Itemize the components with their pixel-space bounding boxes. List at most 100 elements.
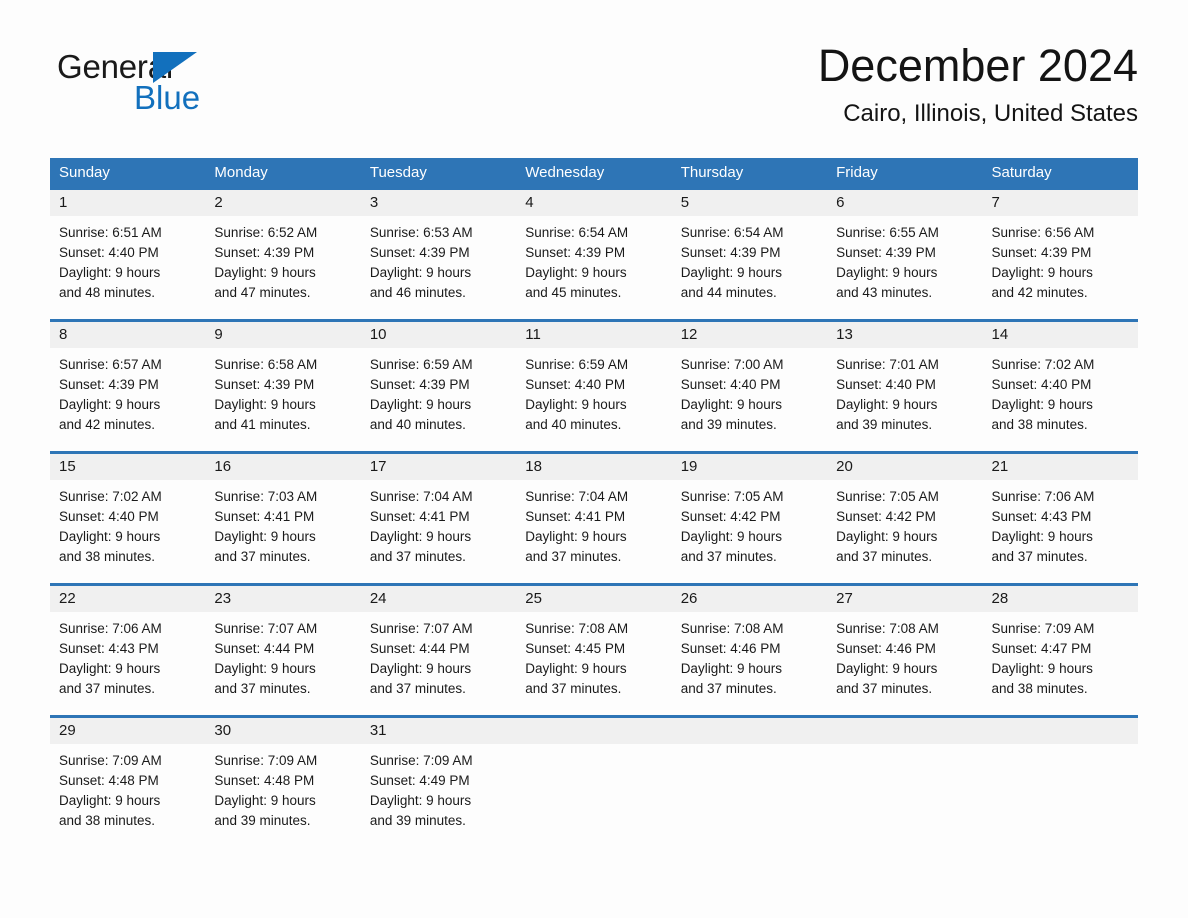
day-cell[interactable]: 12 Sunrise: 7:00 AM Sunset: 4:40 PM Dayl… xyxy=(671,322,828,451)
day-cell[interactable]: 26 Sunrise: 7:08 AM Sunset: 4:46 PM Dayl… xyxy=(671,586,828,715)
day-number xyxy=(982,718,1138,744)
day-cell[interactable]: 22 Sunrise: 7:06 AM Sunset: 4:43 PM Dayl… xyxy=(50,586,206,715)
sunset-text: Sunset: 4:39 PM xyxy=(59,377,159,392)
day-info: Sunrise: 6:51 AM Sunset: 4:40 PM Dayligh… xyxy=(50,216,205,303)
day-number: 20 xyxy=(827,454,983,480)
day-cell[interactable]: 10 Sunrise: 6:59 AM Sunset: 4:39 PM Dayl… xyxy=(360,322,517,451)
daylight-text-line2: and 37 minutes. xyxy=(680,549,777,564)
day-number: 28 xyxy=(982,586,1138,612)
calendar-grid: Sunday Monday Tuesday Wednesday Thursday… xyxy=(50,158,1138,847)
sunset-text: Sunset: 4:42 PM xyxy=(680,509,781,524)
sunrise-text: Sunrise: 6:52 AM xyxy=(214,225,318,240)
weekday-header-wednesday: Wednesday xyxy=(525,164,605,181)
day-cell[interactable]: 2 Sunrise: 6:52 AM Sunset: 4:39 PM Dayli… xyxy=(205,190,361,319)
day-cell[interactable]: 15 Sunrise: 7:02 AM Sunset: 4:40 PM Dayl… xyxy=(50,454,206,583)
sunrise-text: Sunrise: 7:08 AM xyxy=(525,621,629,636)
sunrise-text: Sunrise: 7:07 AM xyxy=(214,621,318,636)
day-cell[interactable]: 8 Sunrise: 6:57 AM Sunset: 4:39 PM Dayli… xyxy=(50,322,206,451)
daylight-text-line2: and 43 minutes. xyxy=(836,285,933,300)
weekday-header-friday: Friday xyxy=(836,164,878,181)
day-info: Sunrise: 6:55 AM Sunset: 4:39 PM Dayligh… xyxy=(827,216,982,303)
day-info: Sunrise: 7:00 AM Sunset: 4:40 PM Dayligh… xyxy=(672,348,827,435)
day-cell[interactable]: 17 Sunrise: 7:04 AM Sunset: 4:41 PM Dayl… xyxy=(360,454,517,583)
day-cell[interactable]: 29 Sunrise: 7:09 AM Sunset: 4:48 PM Dayl… xyxy=(50,718,206,847)
week-row: 1 Sunrise: 6:51 AM Sunset: 4:40 PM Dayli… xyxy=(50,187,1138,319)
day-cell[interactable]: 31 Sunrise: 7:09 AM Sunset: 4:49 PM Dayl… xyxy=(360,718,517,847)
daylight-text-line2: and 46 minutes. xyxy=(369,285,466,300)
day-number: 30 xyxy=(205,718,361,744)
day-number: 4 xyxy=(516,190,672,216)
day-cell[interactable]: 30 Sunrise: 7:09 AM Sunset: 4:48 PM Dayl… xyxy=(205,718,361,847)
daylight-text-line1: Daylight: 9 hours xyxy=(214,397,316,412)
daylight-text-line1: Daylight: 9 hours xyxy=(214,793,316,808)
daylight-text-line1: Daylight: 9 hours xyxy=(680,397,782,412)
day-info: Sunrise: 6:52 AM Sunset: 4:39 PM Dayligh… xyxy=(205,216,360,303)
daylight-text-line1: Daylight: 9 hours xyxy=(991,661,1093,676)
day-cell[interactable]: 7 Sunrise: 6:56 AM Sunset: 4:39 PM Dayli… xyxy=(982,190,1138,319)
daylight-text-line1: Daylight: 9 hours xyxy=(680,661,782,676)
day-info: Sunrise: 7:07 AM Sunset: 4:44 PM Dayligh… xyxy=(361,612,516,699)
sunset-text: Sunset: 4:39 PM xyxy=(214,245,315,260)
sunrise-text: Sunrise: 6:54 AM xyxy=(525,225,629,240)
day-cell[interactable]: 25 Sunrise: 7:08 AM Sunset: 4:45 PM Dayl… xyxy=(516,586,672,715)
weekday-header-thursday: Thursday xyxy=(680,164,744,181)
daylight-text-line1: Daylight: 9 hours xyxy=(991,397,1093,412)
day-info: Sunrise: 6:54 AM Sunset: 4:39 PM Dayligh… xyxy=(516,216,671,303)
day-cell[interactable]: 27 Sunrise: 7:08 AM Sunset: 4:46 PM Dayl… xyxy=(827,586,983,715)
day-number: 26 xyxy=(671,586,828,612)
day-cell[interactable]: 9 Sunrise: 6:58 AM Sunset: 4:39 PM Dayli… xyxy=(205,322,361,451)
daylight-text-line1: Daylight: 9 hours xyxy=(214,265,316,280)
day-cell[interactable]: 13 Sunrise: 7:01 AM Sunset: 4:40 PM Dayl… xyxy=(827,322,983,451)
daylight-text-line1: Daylight: 9 hours xyxy=(836,661,938,676)
day-info: Sunrise: 6:57 AM Sunset: 4:39 PM Dayligh… xyxy=(50,348,205,435)
day-cell[interactable]: 18 Sunrise: 7:04 AM Sunset: 4:41 PM Dayl… xyxy=(516,454,672,583)
day-number: 16 xyxy=(205,454,361,480)
day-cell[interactable]: 1 Sunrise: 6:51 AM Sunset: 4:40 PM Dayli… xyxy=(50,190,206,319)
day-number: 21 xyxy=(982,454,1138,480)
day-cell[interactable]: 20 Sunrise: 7:05 AM Sunset: 4:42 PM Dayl… xyxy=(827,454,983,583)
sunrise-text: Sunrise: 7:09 AM xyxy=(369,753,473,768)
day-cell[interactable]: 4 Sunrise: 6:54 AM Sunset: 4:39 PM Dayli… xyxy=(516,190,672,319)
day-info: Sunrise: 7:09 AM Sunset: 4:48 PM Dayligh… xyxy=(205,744,360,831)
day-cell[interactable]: 16 Sunrise: 7:03 AM Sunset: 4:41 PM Dayl… xyxy=(205,454,361,583)
daylight-text-line2: and 42 minutes. xyxy=(991,285,1088,300)
daylight-text-line2: and 37 minutes. xyxy=(369,681,466,696)
day-cell[interactable]: 19 Sunrise: 7:05 AM Sunset: 4:42 PM Dayl… xyxy=(671,454,828,583)
daylight-text-line2: and 42 minutes. xyxy=(59,417,156,432)
daylight-text-line2: and 37 minutes. xyxy=(525,681,622,696)
day-number: 2 xyxy=(205,190,361,216)
daylight-text-line1: Daylight: 9 hours xyxy=(525,529,627,544)
day-cell[interactable]: 3 Sunrise: 6:53 AM Sunset: 4:39 PM Dayli… xyxy=(360,190,517,319)
sunrise-text: Sunrise: 6:51 AM xyxy=(59,225,162,240)
sunrise-text: Sunrise: 7:04 AM xyxy=(369,489,473,504)
day-cell[interactable]: 24 Sunrise: 7:07 AM Sunset: 4:44 PM Dayl… xyxy=(360,586,517,715)
sunset-text: Sunset: 4:40 PM xyxy=(525,377,626,392)
day-cell[interactable]: 21 Sunrise: 7:06 AM Sunset: 4:43 PM Dayl… xyxy=(982,454,1138,583)
day-info: Sunrise: 7:05 AM Sunset: 4:42 PM Dayligh… xyxy=(827,480,982,567)
daylight-text-line2: and 37 minutes. xyxy=(836,549,933,564)
daylight-text-line2: and 38 minutes. xyxy=(59,549,156,564)
day-cell[interactable]: 6 Sunrise: 6:55 AM Sunset: 4:39 PM Dayli… xyxy=(827,190,983,319)
daylight-text-line1: Daylight: 9 hours xyxy=(836,397,938,412)
daylight-text-line1: Daylight: 9 hours xyxy=(369,793,472,808)
day-cell[interactable]: 23 Sunrise: 7:07 AM Sunset: 4:44 PM Dayl… xyxy=(205,586,361,715)
day-cell[interactable]: 5 Sunrise: 6:54 AM Sunset: 4:39 PM Dayli… xyxy=(671,190,828,319)
daylight-text-line2: and 40 minutes. xyxy=(369,417,466,432)
daylight-text-line1: Daylight: 9 hours xyxy=(59,397,161,412)
sunset-text: Sunset: 4:43 PM xyxy=(59,641,159,656)
day-cell[interactable]: 11 Sunrise: 6:59 AM Sunset: 4:40 PM Dayl… xyxy=(516,322,672,451)
day-cell[interactable]: 28 Sunrise: 7:09 AM Sunset: 4:47 PM Dayl… xyxy=(982,586,1138,715)
day-info: Sunrise: 6:59 AM Sunset: 4:40 PM Dayligh… xyxy=(516,348,671,435)
sunrise-text: Sunrise: 7:01 AM xyxy=(836,357,939,372)
general-blue-logo[interactable]: General Blue xyxy=(57,50,297,120)
daylight-text-line2: and 41 minutes. xyxy=(214,417,311,432)
day-info: Sunrise: 6:58 AM Sunset: 4:39 PM Dayligh… xyxy=(205,348,360,435)
sunrise-text: Sunrise: 7:02 AM xyxy=(991,357,1095,372)
day-info: Sunrise: 7:09 AM Sunset: 4:48 PM Dayligh… xyxy=(50,744,205,831)
day-number: 13 xyxy=(827,322,983,348)
daylight-text-line2: and 38 minutes. xyxy=(991,417,1088,432)
sunset-text: Sunset: 4:46 PM xyxy=(680,641,781,656)
day-cell[interactable]: 14 Sunrise: 7:02 AM Sunset: 4:40 PM Dayl… xyxy=(982,322,1138,451)
daylight-text-line1: Daylight: 9 hours xyxy=(59,265,161,280)
daylight-text-line1: Daylight: 9 hours xyxy=(59,793,161,808)
